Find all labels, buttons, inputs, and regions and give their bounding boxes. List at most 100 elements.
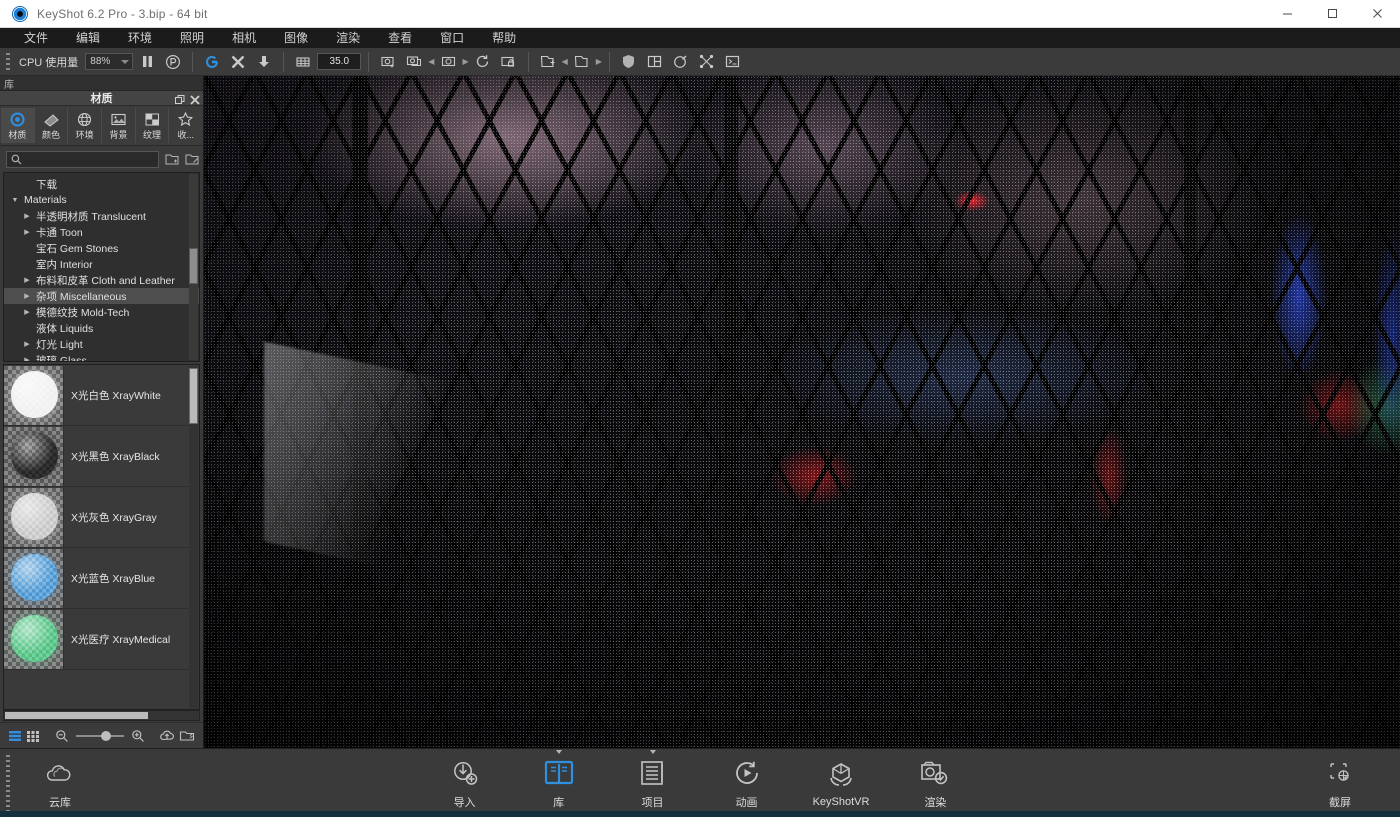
menu-item-7[interactable]: 查看 (374, 29, 426, 47)
grid-button[interactable] (291, 50, 315, 74)
tree-item-0[interactable]: 下载 (4, 176, 199, 192)
cpu-usage-select[interactable]: 88% (85, 53, 133, 70)
render-viewport[interactable] (204, 76, 1400, 748)
render-queue-button[interactable] (402, 50, 426, 74)
library-tab-2[interactable]: 环境 (68, 108, 102, 143)
model-set-next-arrow-icon[interactable]: ▶ (596, 57, 602, 66)
chevron-right-icon[interactable]: ▶ (22, 212, 32, 220)
chevron-right-icon[interactable]: ▶ (22, 308, 32, 316)
chevron-right-icon[interactable]: ▶ (22, 228, 32, 236)
material-list-item[interactable]: X光白色 XrayWhite (4, 365, 199, 426)
tree-item-8[interactable]: ▶模德纹技 Mold-Tech (4, 304, 199, 320)
menu-item-4[interactable]: 相机 (218, 29, 270, 47)
cloud-upload-icon[interactable] (159, 727, 175, 745)
dock-item-1[interactable]: 库 (531, 756, 587, 810)
screenshot-item[interactable]: 截屏 (1312, 756, 1368, 810)
undock-icon[interactable] (175, 92, 185, 110)
material-list-item[interactable]: X光医疗 XrayMedical (4, 609, 199, 670)
tree-scrollbar-thumb[interactable] (189, 248, 198, 284)
tree-item-7[interactable]: ▶杂项 Miscellaneous (4, 288, 199, 304)
folder-edit-icon[interactable] (185, 151, 199, 167)
tree-item-10[interactable]: ▶灯光 Light (4, 336, 199, 352)
thumbnail-size-slider[interactable] (76, 735, 124, 737)
add-model-set-button[interactable] (536, 50, 560, 74)
maximize-button[interactable] (1310, 0, 1355, 28)
folder-open-icon[interactable] (179, 727, 195, 745)
library-tab-0[interactable]: 材质 (1, 108, 35, 143)
menu-item-1[interactable]: 编辑 (62, 29, 114, 47)
material-list-scrollbar[interactable] (189, 366, 198, 708)
shield-icon[interactable] (617, 50, 641, 74)
arrow-down-button[interactable] (252, 50, 276, 74)
material-list-item[interactable]: X光黑色 XrayBlack (4, 426, 199, 487)
realtime-region-button[interactable] (200, 50, 224, 74)
tree-item-5[interactable]: 室内 Interior (4, 256, 199, 272)
menu-item-3[interactable]: 照明 (166, 29, 218, 47)
dock-item-5[interactable]: 渲染 (907, 756, 963, 810)
menu-item-8[interactable]: 窗口 (426, 29, 478, 47)
chevron-down-icon[interactable]: ▼ (10, 197, 20, 204)
camera-next-arrow-icon[interactable]: ▶ (462, 57, 468, 66)
material-list-hscrollbar[interactable] (3, 710, 200, 721)
tree-item-2[interactable]: ▶半透明材质 Translucent (4, 208, 199, 224)
performance-value-field[interactable]: 35.0 (317, 53, 361, 70)
menu-item-0[interactable]: 文件 (10, 29, 62, 47)
cloud-library-button[interactable]: 云库 (0, 756, 120, 810)
node-graph-button[interactable] (695, 50, 719, 74)
library-dock-tab[interactable]: 库 (0, 76, 203, 91)
library-tab-4[interactable]: 纹理 (136, 108, 170, 143)
library-tab-5[interactable]: 收... (169, 108, 202, 143)
search-input[interactable] (26, 154, 158, 165)
menu-item-6[interactable]: 渲染 (322, 29, 374, 47)
resize-button[interactable] (226, 50, 250, 74)
camera-button[interactable] (436, 50, 460, 74)
material-list-item[interactable]: X光蓝色 XrayBlue (4, 548, 199, 609)
tree-scrollbar[interactable] (189, 174, 198, 360)
dock-item-0[interactable]: 导入 (437, 756, 493, 810)
library-tab-3[interactable]: 背景 (102, 108, 136, 143)
menu-item-5[interactable]: 图像 (270, 29, 322, 47)
layout-panel-button[interactable] (643, 50, 667, 74)
minimize-button[interactable] (1265, 0, 1310, 28)
folder-add-icon[interactable] (165, 151, 179, 167)
menu-item-9[interactable]: 帮助 (478, 29, 530, 47)
camera-prev-arrow-icon[interactable]: ◀ (428, 57, 434, 66)
console-button[interactable] (721, 50, 745, 74)
zoom-in-icon[interactable] (131, 727, 145, 745)
material-list-item[interactable]: X光灰色 XrayGray (4, 487, 199, 548)
zoom-out-icon[interactable] (55, 727, 69, 745)
reset-camera-button[interactable] (471, 50, 495, 74)
screenshot-dock-button[interactable]: 截屏 (1280, 756, 1400, 810)
model-set-button[interactable] (570, 50, 594, 74)
search-box[interactable] (6, 151, 159, 168)
tree-item-11[interactable]: ▶玻璃 Glass (4, 352, 199, 362)
performance-mode-button[interactable] (161, 50, 185, 74)
menu-item-2[interactable]: 环境 (114, 29, 166, 47)
chevron-right-icon[interactable]: ▶ (22, 276, 32, 284)
close-button[interactable] (1355, 0, 1400, 28)
dock-grip[interactable] (6, 755, 10, 811)
library-tab-1[interactable]: 颜色 (35, 108, 69, 143)
thumbnail-size-slider-knob[interactable] (101, 731, 111, 741)
tree-item-6[interactable]: ▶布料和皮革 Cloth and Leather (4, 272, 199, 288)
tree-item-1[interactable]: ▼Materials (4, 192, 199, 208)
material-list-scrollbar-thumb[interactable] (189, 368, 198, 424)
tree-item-9[interactable]: 液体 Liquids (4, 320, 199, 336)
dock-item-3[interactable]: 动画 (719, 756, 775, 810)
lock-camera-button[interactable] (497, 50, 521, 74)
material-list[interactable]: X光白色 XrayWhiteX光黑色 XrayBlackX光灰色 XrayGra… (3, 364, 200, 710)
pause-button[interactable] (135, 50, 159, 74)
dock-item-2[interactable]: 项目 (625, 756, 681, 810)
tree-item-3[interactable]: ▶卡通 Toon (4, 224, 199, 240)
close-icon[interactable] (190, 92, 200, 110)
grid-view-icon[interactable] (26, 727, 40, 745)
library-tree[interactable]: 下载▼Materials▶半透明材质 Translucent▶卡通 Toon宝石… (3, 172, 200, 362)
paint-brush-button[interactable] (669, 50, 693, 74)
toolbar-grip[interactable] (6, 53, 10, 71)
chevron-right-icon[interactable]: ▶ (22, 356, 32, 362)
chevron-right-icon[interactable]: ▶ (22, 340, 32, 348)
chevron-right-icon[interactable]: ▶ (22, 292, 32, 300)
tree-item-4[interactable]: 宝石 Gem Stones (4, 240, 199, 256)
list-view-icon[interactable] (8, 727, 22, 745)
screenshot-button[interactable] (376, 50, 400, 74)
